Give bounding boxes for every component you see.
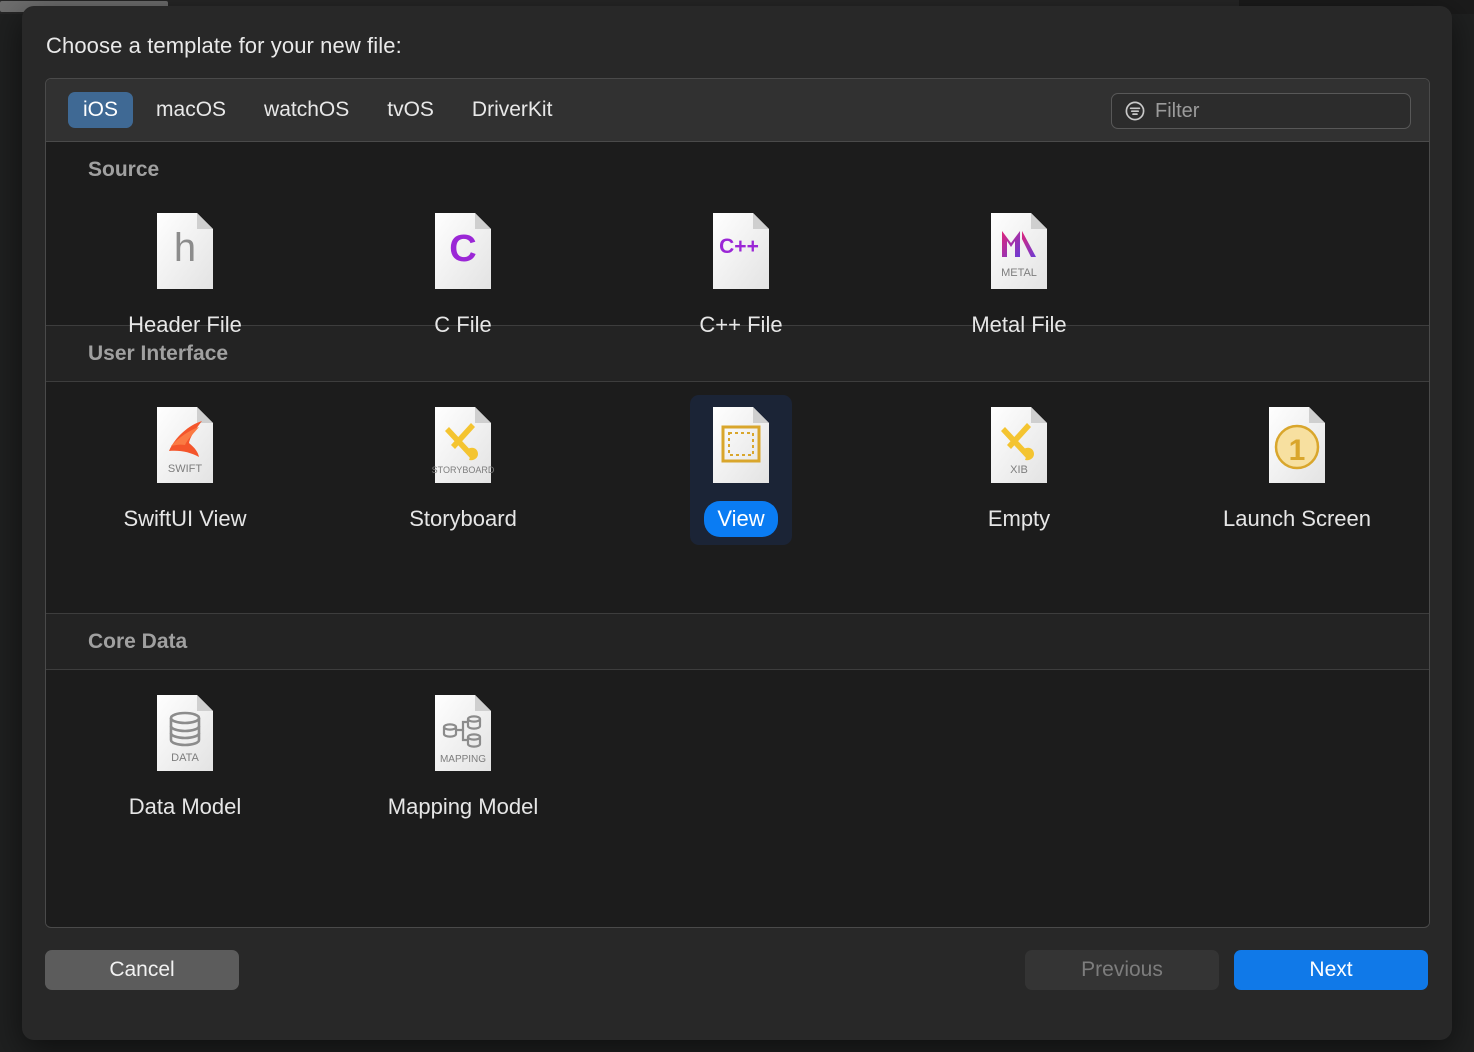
page-title: Choose a template for your new file: (46, 33, 402, 58)
data-model-icon: DATA (152, 693, 218, 773)
template-label: Mapping Model (387, 794, 539, 819)
template-label: Data Model (128, 794, 242, 819)
template-item-storyboard[interactable]: STORYBOARD Storyboard (324, 382, 602, 613)
template-scroll-area[interactable]: Source h (46, 142, 1429, 926)
view-icon (708, 405, 774, 485)
template-grid-source: h Header File C C File C++ C++ File META… (46, 142, 1429, 337)
svg-text:C++: C++ (719, 235, 759, 258)
svg-text:DATA: DATA (171, 752, 199, 764)
svg-text:XIB: XIB (1010, 464, 1028, 476)
template-item-launch-screen[interactable]: 1 Launch Screen (1158, 382, 1429, 613)
template-item-c-file[interactable]: C C File (324, 142, 602, 337)
template-label: C File (434, 312, 492, 337)
svg-text:1: 1 (1289, 434, 1306, 467)
template-cell-empty (1158, 670, 1429, 887)
cpp-file-icon: C++ (708, 211, 774, 291)
template-label: Header File (128, 312, 242, 337)
template-cell-empty (602, 670, 880, 887)
filter-input[interactable]: Filter (1111, 93, 1411, 129)
section-header-core-data: Core Data (46, 613, 1429, 670)
launch-screen-icon: 1 (1264, 405, 1330, 485)
template-item-empty[interactable]: XIB Empty (880, 382, 1158, 613)
svg-text:MAPPING: MAPPING (440, 754, 486, 765)
template-cell-empty (1158, 142, 1429, 325)
template-label: View (704, 501, 778, 537)
new-file-template-sheet: Choose a template for your new file: iOS… (22, 6, 1452, 1040)
svg-text:SWIFT: SWIFT (168, 463, 202, 475)
template-label: Storyboard (409, 506, 517, 531)
xib-empty-icon: XIB (986, 405, 1052, 485)
tab-ios[interactable]: iOS (68, 92, 134, 128)
filter-placeholder: Filter (1155, 99, 1200, 122)
template-cell-empty (880, 670, 1158, 887)
tab-tvos[interactable]: tvOS (372, 92, 449, 128)
template-item-metal-file[interactable]: METAL Metal File (880, 142, 1158, 337)
template-browser: iOS macOS watchOS tvOS DriverKit Filter (45, 78, 1430, 928)
swiftui-view-icon: SWIFT (152, 405, 218, 485)
template-item-header-file[interactable]: h Header File (46, 142, 324, 337)
template-grid-user-interface: SWIFT SwiftUI View STORYBOARD Storyboard… (46, 382, 1429, 613)
template-label: Empty (987, 506, 1051, 531)
c-file-icon: C (430, 211, 496, 291)
template-label: SwiftUI View (123, 506, 247, 531)
tab-macos[interactable]: macOS (141, 92, 241, 128)
header-file-icon: h (152, 211, 218, 291)
template-item-cpp-file[interactable]: C++ C++ File (602, 142, 880, 337)
filter-icon (1124, 100, 1146, 122)
template-label: Launch Screen (1223, 506, 1371, 531)
template-item-swiftui-view[interactable]: SWIFT SwiftUI View (46, 382, 324, 613)
platform-tabbar: iOS macOS watchOS tvOS DriverKit Filter (46, 79, 1429, 142)
metal-file-icon: METAL (986, 211, 1052, 291)
template-label: C++ File (699, 312, 783, 337)
cancel-button[interactable]: Cancel (45, 950, 239, 990)
template-grid-core-data: DATA Data Model MAPPING Mapping Model (46, 670, 1429, 887)
template-item-data-model[interactable]: DATA Data Model (46, 670, 324, 887)
template-label: Metal File (971, 312, 1067, 337)
svg-text:STORYBOARD: STORYBOARD (432, 465, 495, 475)
svg-text:h: h (174, 226, 196, 270)
tab-watchos[interactable]: watchOS (249, 92, 364, 128)
tab-driverkit[interactable]: DriverKit (457, 92, 568, 128)
template-item-view[interactable]: View (602, 382, 880, 613)
next-button[interactable]: Next (1234, 950, 1428, 990)
template-item-mapping-model[interactable]: MAPPING Mapping Model (324, 670, 602, 887)
mapping-model-icon: MAPPING (430, 693, 496, 773)
svg-text:C: C (449, 228, 476, 270)
storyboard-icon: STORYBOARD (430, 405, 496, 485)
svg-text:METAL: METAL (1001, 267, 1037, 279)
previous-button[interactable]: Previous (1025, 950, 1219, 990)
